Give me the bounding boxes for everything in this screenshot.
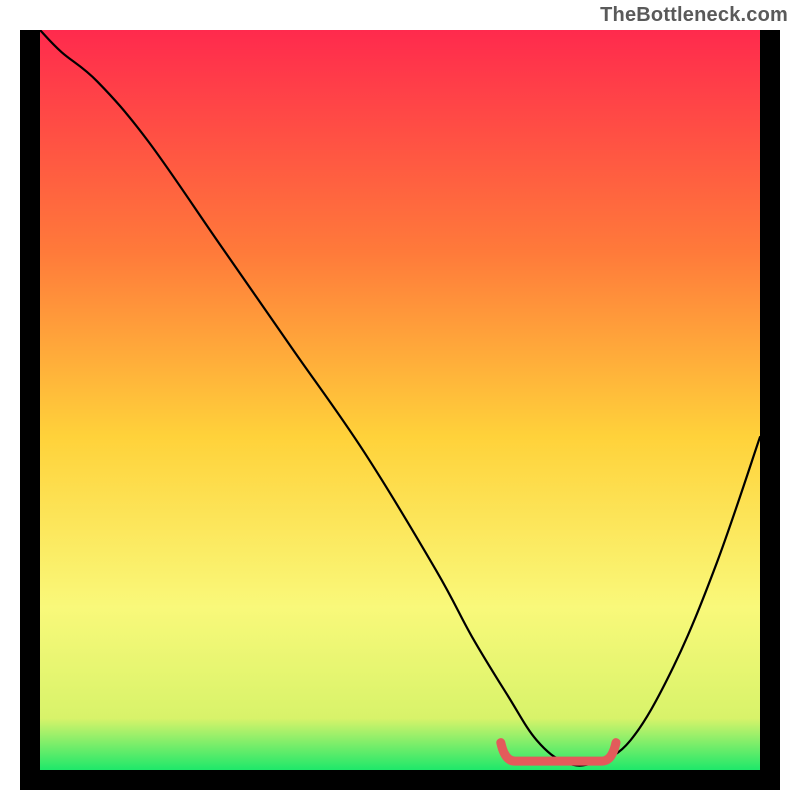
chart-frame — [20, 30, 780, 790]
plot-area — [40, 30, 760, 770]
optimal-marker — [40, 30, 760, 770]
stage: TheBottleneck.com — [0, 0, 800, 800]
watermark-text: TheBottleneck.com — [600, 4, 788, 27]
